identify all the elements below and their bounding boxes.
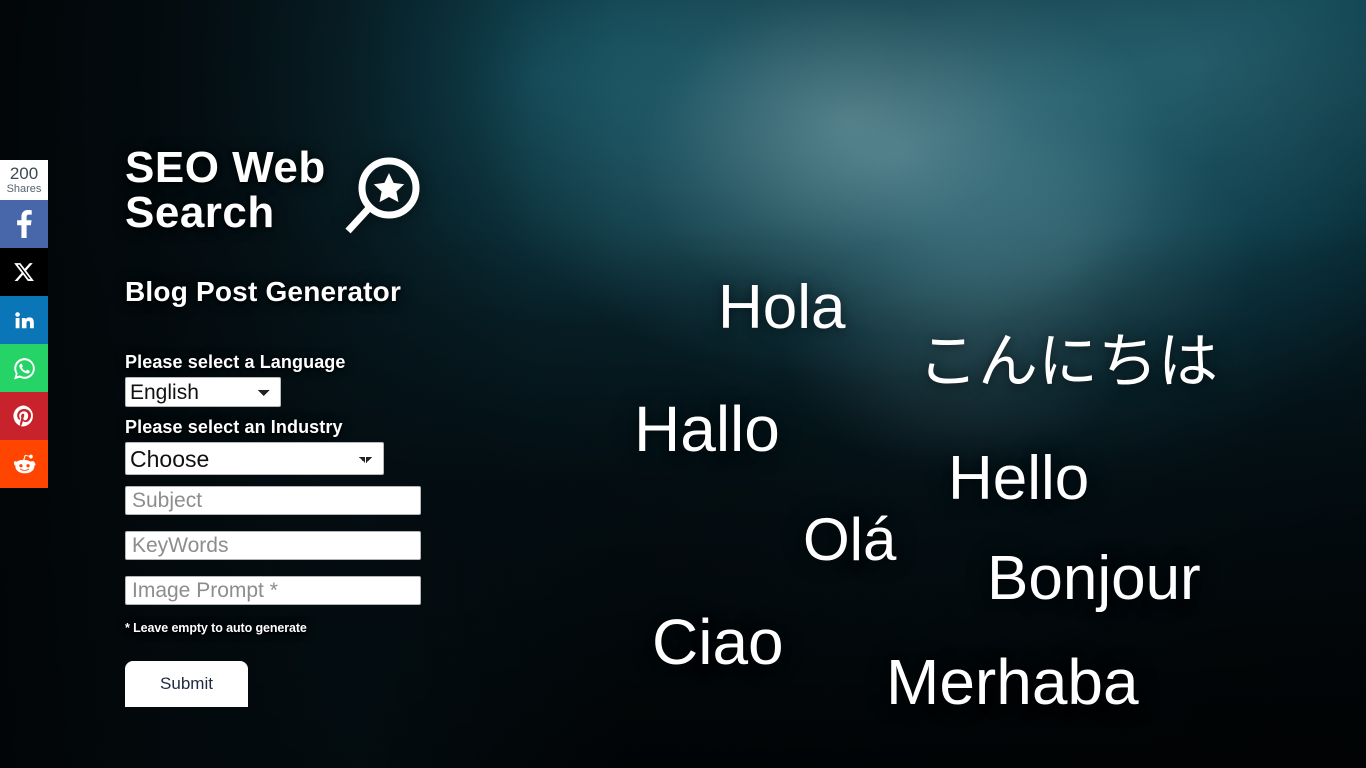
page-subtitle: Blog Post Generator [125,276,402,307]
industry-select[interactable]: Choose [125,442,384,475]
share-button-reddit[interactable] [0,440,48,488]
share-button-whatsapp[interactable] [0,344,48,392]
submit-button[interactable]: Submit [125,661,248,707]
blog-post-generator-form: Please select a Language English Please … [125,352,595,707]
share-count-number: 200 [9,164,39,183]
brand-title-line1: SEO Web [125,143,326,192]
share-count-box: 200 Shares [0,160,48,200]
brand-title-line2: Search [125,188,275,238]
industry-label: Please select an Industry [125,417,343,437]
share-button-linkedin[interactable] [0,296,48,344]
share-button-pinterest[interactable] [0,392,48,440]
hero-left-column: SEO Web Search Blog Post Generator Pleas… [125,145,595,707]
auto-generate-note: * Leave empty to auto generate [125,621,307,635]
share-button-x-twitter[interactable] [0,248,48,296]
reddit-icon [12,452,37,477]
pinterest-icon [12,404,36,428]
share-count-label: Shares [6,183,42,195]
x-twitter-icon [13,261,35,283]
whatsapp-icon [12,356,37,381]
brand-logo: SEO Web Search [125,145,595,254]
keywords-input[interactable] [125,531,421,560]
social-share-rail: 200 Shares [0,160,48,488]
subject-input[interactable] [125,486,421,515]
share-button-facebook[interactable] [0,200,48,248]
linkedin-icon [13,309,35,331]
language-select[interactable]: English [125,377,281,407]
magnifier-star-icon [332,153,428,254]
brand-title: SEO Web Search [125,145,326,236]
language-label: Please select a Language [125,352,346,372]
image-prompt-input[interactable] [125,576,421,605]
facebook-icon [16,210,32,238]
